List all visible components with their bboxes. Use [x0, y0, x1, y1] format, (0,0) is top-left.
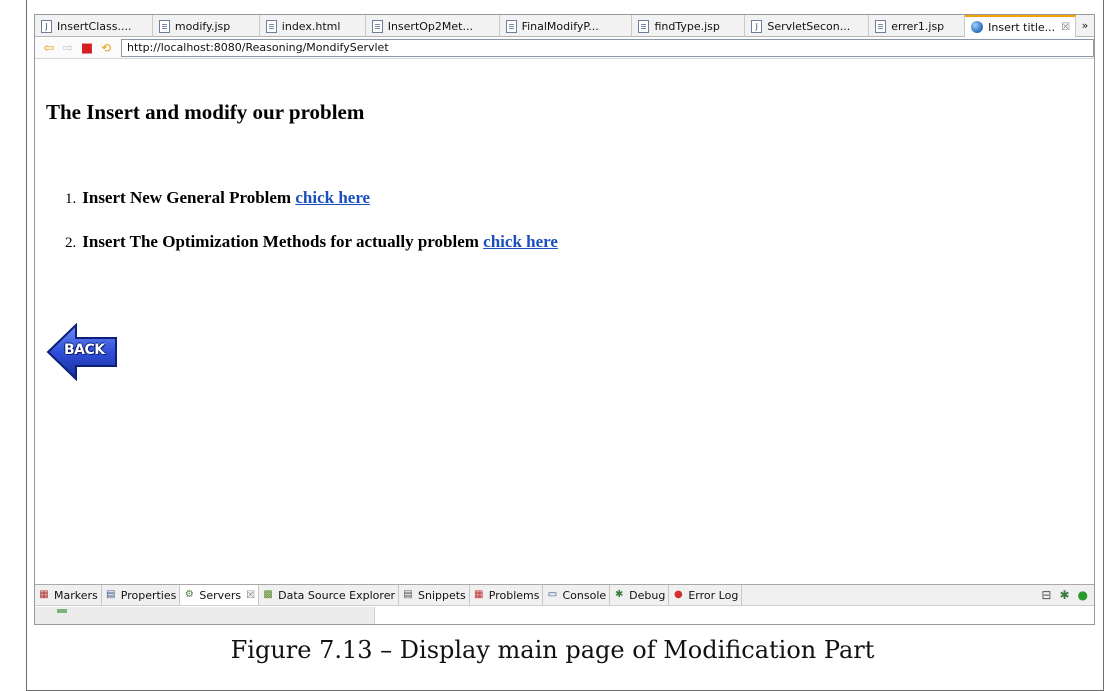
web-page-content: The Insert and modify our problem 1. Inse…: [35, 60, 1094, 580]
tab-label: index.html: [281, 19, 341, 33]
editor-tab-modify-jsp[interactable]: modify.jsp: [153, 15, 260, 37]
view-tab-label: Servers: [199, 588, 242, 602]
view-tab-label: Console: [562, 588, 607, 602]
servers-icon: ⚙: [184, 589, 194, 600]
file-icon: [505, 19, 517, 33]
debug-server-icon[interactable]: ✱: [1059, 588, 1069, 602]
tab-label: InsertOp2Met...: [387, 19, 473, 33]
insert-optimization-methods-link[interactable]: chick here: [483, 232, 558, 251]
snippets-icon: ▤: [403, 589, 413, 600]
file-icon: [638, 19, 650, 33]
list-number: 1.: [65, 191, 77, 207]
tab-label: InsertClass....: [57, 19, 132, 33]
file-icon: [158, 19, 170, 33]
tab-servers[interactable]: ⚙ Servers ☒: [180, 585, 260, 605]
view-tab-label: Problems: [488, 588, 540, 602]
tab-label: findType.jsp: [654, 19, 720, 33]
back-arrow-icon[interactable]: ⇦: [41, 40, 57, 56]
globe-icon: [971, 21, 984, 33]
error-log-icon: ●: [673, 589, 683, 600]
insert-general-problem-link[interactable]: chick here: [295, 188, 370, 207]
figure-caption: Figure 7.13 – Display main page of Modif…: [230, 636, 875, 664]
editor-tab-insert-title[interactable]: Insert title... ☒: [965, 15, 1077, 37]
file-icon: [265, 19, 277, 33]
tab-debug[interactable]: ✱ Debug: [610, 585, 670, 605]
tab-label: Insert title...: [988, 20, 1056, 34]
editor-tab-index-html[interactable]: index.html: [260, 15, 366, 37]
tab-problems[interactable]: ▦ Problems: [470, 585, 544, 605]
close-icon[interactable]: ☒: [246, 590, 255, 601]
console-icon: ▭: [547, 589, 558, 600]
forward-arrow-icon[interactable]: ⇨: [60, 40, 76, 56]
back-button[interactable]: BACK: [46, 322, 120, 382]
editor-tab-insertop2met[interactable]: InsertOp2Met...: [366, 15, 500, 37]
view-tab-label: Error Log: [688, 588, 739, 602]
view-tab-label: Properties: [120, 588, 177, 602]
view-tab-label: Snippets: [417, 588, 466, 602]
tab-label: ServletSecon...: [767, 19, 851, 33]
tab-error-log[interactable]: ● Error Log: [669, 585, 743, 605]
list-item-text: Insert The Optimization Methods for actu…: [82, 232, 479, 251]
view-tab-label: Debug: [629, 588, 666, 602]
stop-icon[interactable]: ■: [79, 40, 95, 56]
editor-tab-strip: J InsertClass.... modify.jsp index.html …: [35, 15, 1094, 37]
list-item: 2. Insert The Optimization Methods for ac…: [65, 232, 558, 276]
tab-properties[interactable]: ▤ Properties: [102, 585, 181, 605]
list-item-text: Insert New General Problem: [82, 188, 292, 207]
view-tab-label: Data Source Explorer: [278, 588, 395, 602]
properties-icon: ▤: [106, 589, 116, 600]
back-button-label: BACK: [64, 342, 105, 358]
eclipse-window: J InsertClass.... modify.jsp index.html …: [34, 14, 1095, 625]
server-icon: [57, 609, 67, 613]
editor-tab-errer1-jsp[interactable]: errer1.jsp: [869, 15, 966, 37]
editor-tab-insertclass[interactable]: J InsertClass....: [35, 15, 153, 37]
tab-data-source-explorer[interactable]: ▩ Data Source Explorer: [259, 585, 399, 605]
list-item: 1. Insert New General Problem chick here: [65, 188, 558, 232]
debug-icon: ✱: [614, 589, 624, 600]
data-source-icon: ▩: [263, 589, 273, 600]
editor-tab-finalmodifyp[interactable]: FinalModifyP...: [500, 15, 633, 37]
java-file-icon: J: [41, 19, 52, 33]
tab-label: errer1.jsp: [891, 19, 945, 33]
browser-toolbar: ⇦ ⇨ ■ ⟲ http://localhost:8080/Reasoning/…: [35, 38, 1094, 59]
page-title: The Insert and modify our problem: [46, 100, 365, 124]
problems-icon: ▦: [474, 589, 484, 600]
view-tab-label: Markers: [54, 588, 98, 602]
refresh-icon[interactable]: ⟲: [98, 40, 114, 56]
run-server-icon[interactable]: ●: [1078, 588, 1088, 602]
file-icon: [371, 19, 383, 33]
view-controls: ⊟ ✱ ●: [1041, 585, 1094, 605]
editor-tab-findtype-jsp[interactable]: findType.jsp: [632, 15, 746, 37]
java-file-icon: J: [751, 19, 763, 33]
tab-snippets[interactable]: ▤ Snippets: [399, 585, 470, 605]
servers-view-body: [35, 607, 375, 624]
url-input[interactable]: http://localhost:8080/Reasoning/MondifyS…: [121, 39, 1094, 57]
tab-overflow-icon[interactable]: »: [1076, 15, 1094, 36]
minimize-icon[interactable]: ⊟: [1041, 588, 1051, 602]
close-icon[interactable]: ☒: [1061, 22, 1070, 33]
view-tab-bar: ▦ Markers ▤ Properties ⚙ Servers ☒ ▩ Dat…: [35, 584, 1094, 606]
list-number: 2.: [65, 235, 77, 251]
editor-tab-servletsecon[interactable]: J ServletSecon...: [745, 15, 870, 37]
tab-markers[interactable]: ▦ Markers: [35, 585, 102, 605]
file-icon: [875, 19, 887, 33]
tab-label: modify.jsp: [174, 19, 231, 33]
tab-console[interactable]: ▭ Console: [543, 585, 611, 605]
menu-list: 1. Insert New General Problem chick here …: [65, 188, 558, 276]
markers-icon: ▦: [39, 589, 49, 600]
tab-label: FinalModifyP...: [521, 19, 599, 33]
